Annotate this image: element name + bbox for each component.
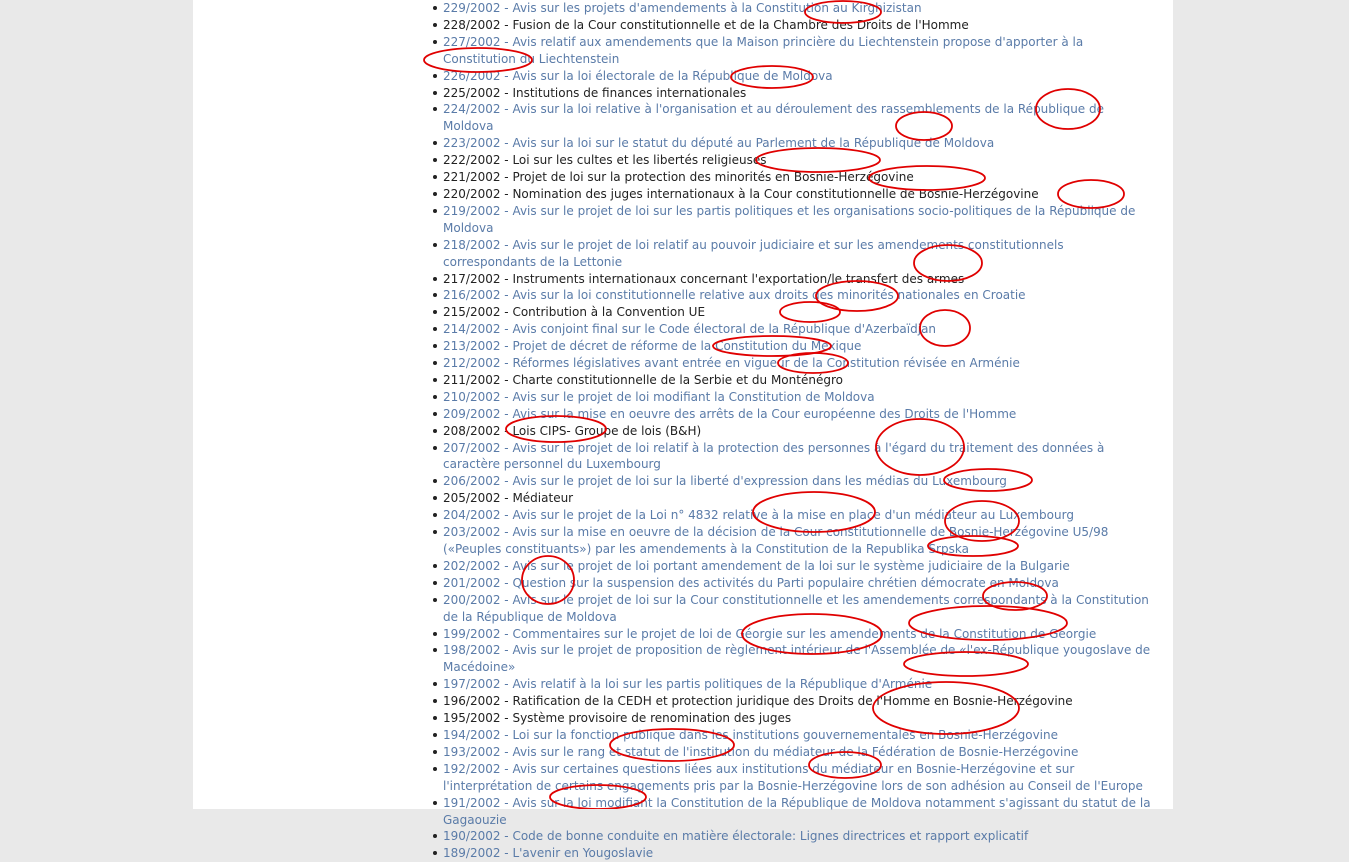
list-item[interactable]: 214/2002 - Avis conjoint final sur le Co… <box>433 321 1153 338</box>
list-item[interactable]: 219/2002 - Avis sur le projet de loi sur… <box>433 203 1153 237</box>
content-page: 229/2002 - Avis sur les projets d'amende… <box>193 0 1173 860</box>
list-item[interactable]: 216/2002 - Avis sur la loi constitutionn… <box>433 287 1153 304</box>
list-item[interactable]: 213/2002 - Projet de décret de réforme d… <box>433 338 1153 355</box>
document-link[interactable]: 199/2002 - Commentaires sur le projet de… <box>443 627 1096 641</box>
document-link[interactable]: 212/2002 - Réformes législatives avant e… <box>443 356 1020 370</box>
list-item: 211/2002 - Charte constitutionnelle de l… <box>433 372 1153 389</box>
document-link[interactable]: 224/2002 - Avis sur la loi relative à l'… <box>443 102 1104 133</box>
list-item[interactable]: 202/2002 - Avis sur le projet de loi por… <box>433 558 1153 575</box>
document-link[interactable]: 207/2002 - Avis sur le projet de loi rel… <box>443 441 1104 472</box>
document-link[interactable]: 227/2002 - Avis relatif aux amendements … <box>443 35 1083 66</box>
list-item: 228/2002 - Fusion de la Cour constitutio… <box>433 17 1153 34</box>
list-item[interactable]: 200/2002 - Avis sur le projet de loi sur… <box>433 592 1153 626</box>
list-item[interactable]: 206/2002 - Avis sur le projet de loi sur… <box>433 473 1153 490</box>
document-link[interactable]: 201/2002 - Question sur la suspension de… <box>443 576 1059 590</box>
document-link[interactable]: 209/2002 - Avis sur la mise en oeuvre de… <box>443 407 1016 421</box>
list-item[interactable]: 193/2002 - Avis sur le rang et statut de… <box>433 744 1153 761</box>
list-item[interactable]: 189/2002 - L'avenir en Yougoslavie <box>433 845 1153 862</box>
document-title: 196/2002 - Ratification de la CEDH et pr… <box>443 694 1073 709</box>
document-link[interactable]: 197/2002 - Avis relatif à la loi sur les… <box>443 677 932 691</box>
document-link[interactable]: 229/2002 - Avis sur les projets d'amende… <box>443 1 922 15</box>
document-title: 222/2002 - Loi sur les cultes et les lib… <box>443 153 767 168</box>
list-item[interactable]: 192/2002 - Avis sur certaines questions … <box>433 761 1153 795</box>
list-item: 208/2002 - Lois CIPS- Groupe de lois (B&… <box>433 423 1153 440</box>
document-link[interactable]: 202/2002 - Avis sur le projet de loi por… <box>443 559 1070 573</box>
list-item: 195/2002 - Système provisoire de renomin… <box>433 710 1153 727</box>
document-link[interactable]: 226/2002 - Avis sur la loi électorale de… <box>443 69 833 83</box>
document-link[interactable]: 200/2002 - Avis sur le projet de loi sur… <box>443 593 1149 624</box>
list-item[interactable]: 218/2002 - Avis sur le projet de loi rel… <box>433 237 1153 271</box>
list-item[interactable]: 212/2002 - Réformes législatives avant e… <box>433 355 1153 372</box>
document-link[interactable]: 193/2002 - Avis sur le rang et statut de… <box>443 745 1078 759</box>
list-item[interactable]: 227/2002 - Avis relatif aux amendements … <box>433 34 1153 68</box>
document-link[interactable]: 213/2002 - Projet de décret de réforme d… <box>443 339 861 353</box>
list-item: 222/2002 - Loi sur les cultes et les lib… <box>433 152 1153 169</box>
list-item[interactable]: 204/2002 - Avis sur le projet de la Loi … <box>433 507 1153 524</box>
list-item: 220/2002 - Nomination des juges internat… <box>433 186 1153 203</box>
list-item[interactable]: 194/2002 - Loi sur la fonction publique … <box>433 727 1153 744</box>
document-link[interactable]: 189/2002 - L'avenir en Yougoslavie <box>443 846 653 860</box>
document-title: 205/2002 - Médiateur <box>443 491 574 506</box>
list-item[interactable]: 191/2002 - Avis sur la loi modifiant la … <box>433 795 1153 829</box>
document-link[interactable]: 219/2002 - Avis sur le projet de loi sur… <box>443 204 1135 235</box>
document-link[interactable]: 194/2002 - Loi sur la fonction publique … <box>443 728 1058 742</box>
document-title: 211/2002 - Charte constitutionnelle de l… <box>443 372 843 387</box>
list-item[interactable]: 190/2002 - Code de bonne conduite en mat… <box>433 828 1153 845</box>
document-link[interactable]: 191/2002 - Avis sur la loi modifiant la … <box>443 796 1151 827</box>
list-item: 221/2002 - Projet de loi sur la protecti… <box>433 169 1153 186</box>
list-item[interactable]: 223/2002 - Avis sur la loi sur le statut… <box>433 135 1153 152</box>
document-title: 228/2002 - Fusion de la Cour constitutio… <box>443 17 969 32</box>
document-title: 225/2002 - Institutions de finances inte… <box>443 85 747 100</box>
list-item: 205/2002 - Médiateur <box>433 490 1153 507</box>
document-title: 217/2002 - Instruments internationaux co… <box>443 271 965 286</box>
document-link[interactable]: 198/2002 - Avis sur le projet de proposi… <box>443 643 1150 674</box>
document-title: 208/2002 - Lois CIPS- Groupe de lois (B&… <box>443 423 702 438</box>
document-title: 221/2002 - Projet de loi sur la protecti… <box>443 170 914 185</box>
document-link[interactable]: 204/2002 - Avis sur le projet de la Loi … <box>443 508 1074 522</box>
list-item[interactable]: 207/2002 - Avis sur le projet de loi rel… <box>433 440 1153 474</box>
list-item[interactable]: 203/2002 - Avis sur la mise en oeuvre de… <box>433 524 1153 558</box>
document-title: 195/2002 - Système provisoire de renomin… <box>443 711 792 726</box>
list-item[interactable]: 198/2002 - Avis sur le projet de proposi… <box>433 642 1153 676</box>
document-link[interactable]: 223/2002 - Avis sur la loi sur le statut… <box>443 136 994 150</box>
document-link[interactable]: 218/2002 - Avis sur le projet de loi rel… <box>443 238 1064 269</box>
list-item[interactable]: 229/2002 - Avis sur les projets d'amende… <box>433 0 1153 17</box>
document-link[interactable]: 214/2002 - Avis conjoint final sur le Co… <box>443 322 936 336</box>
list-item[interactable]: 197/2002 - Avis relatif à la loi sur les… <box>433 676 1153 693</box>
document-link[interactable]: 216/2002 - Avis sur la loi constitutionn… <box>443 288 1026 302</box>
list-item: 217/2002 - Instruments internationaux co… <box>433 271 1153 288</box>
document-list: 229/2002 - Avis sur les projets d'amende… <box>433 0 1153 862</box>
list-item[interactable]: 201/2002 - Question sur la suspension de… <box>433 575 1153 592</box>
document-link[interactable]: 192/2002 - Avis sur certaines questions … <box>443 762 1143 793</box>
document-title: 220/2002 - Nomination des juges internat… <box>443 186 1039 201</box>
document-title: 215/2002 - Contribution à la Convention … <box>443 305 706 320</box>
list-item[interactable]: 224/2002 - Avis sur la loi relative à l'… <box>433 101 1153 135</box>
list-item: 196/2002 - Ratification de la CEDH et pr… <box>433 693 1153 710</box>
list-item[interactable]: 226/2002 - Avis sur la loi électorale de… <box>433 68 1153 85</box>
document-link[interactable]: 210/2002 - Avis sur le projet de loi mod… <box>443 390 875 404</box>
list-item[interactable]: 209/2002 - Avis sur la mise en oeuvre de… <box>433 406 1153 423</box>
document-link[interactable]: 190/2002 - Code de bonne conduite en mat… <box>443 829 1028 843</box>
list-item: 215/2002 - Contribution à la Convention … <box>433 304 1153 321</box>
document-link[interactable]: 203/2002 - Avis sur la mise en oeuvre de… <box>443 525 1108 556</box>
list-item[interactable]: 210/2002 - Avis sur le projet de loi mod… <box>433 389 1153 406</box>
document-link[interactable]: 206/2002 - Avis sur le projet de loi sur… <box>443 474 1007 488</box>
list-item: 225/2002 - Institutions de finances inte… <box>433 85 1153 102</box>
list-item[interactable]: 199/2002 - Commentaires sur le projet de… <box>433 626 1153 643</box>
